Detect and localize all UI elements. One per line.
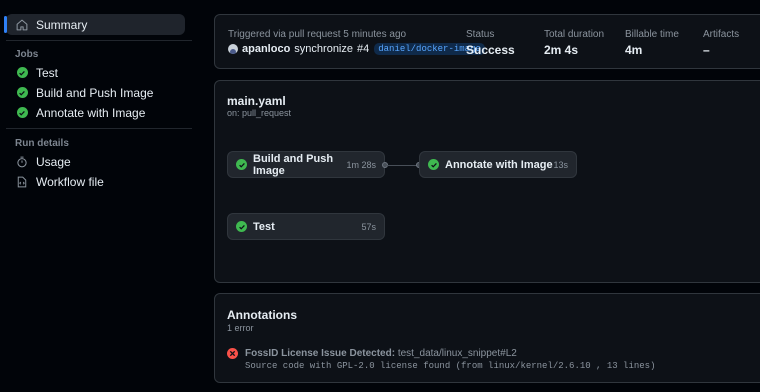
sidebar-item-label: Workflow file [36,174,104,189]
trigger-label: Triggered via pull request 5 minutes ago [228,29,407,40]
avatar [228,44,238,54]
job-duration: 13s [553,159,568,170]
annotations-title: Annotations [227,308,297,322]
duration-label: Total duration [544,29,605,40]
job-connector [387,165,417,166]
annotation-title[interactable]: FossID License Issue Detected: test_data… [245,348,517,359]
annotation-detail: Source code with GPL-2.0 license found (… [245,361,656,371]
duration-value: 2m 4s [544,43,579,57]
check-circle-icon [236,221,247,232]
trigger-action: synchronize [294,43,353,55]
job-node-test[interactable]: Test 57s [227,213,385,240]
divider [6,128,192,129]
check-circle-icon [16,87,28,98]
check-circle-icon [16,107,28,118]
workflow-file-title: main.yaml [227,94,286,108]
billable-value: 4m [625,43,643,57]
job-name: Annotate with Image [445,158,553,171]
sidebar-item-label: Build and Push Image [36,85,154,100]
workflow-trigger: on: pull_request [227,108,292,118]
trigger-line: apanloco synchronize #4 daniel/docker-im… [228,43,485,55]
sidebar-item-label: Summary [36,17,88,32]
run-details-section-title: Run details [15,138,69,149]
job-node-build-and-push-image[interactable]: Build and Push Image 1m 28s [227,151,385,178]
artifacts-value: – [703,43,710,57]
check-circle-icon [236,159,247,170]
job-node-annotate-with-image[interactable]: Annotate with Image 13s [419,151,577,178]
annotations-card: Annotations 1 error FossID License Issue… [214,293,760,383]
sidebar-item-summary[interactable]: Summary [4,14,185,35]
job-name: Test [253,220,275,233]
annotation-location[interactable]: test_data/linux_snippet#L2 [398,348,517,359]
sidebar-item-label: Test [36,65,59,80]
workflow-graph-card: main.yaml on: pull_request Build and Pus… [214,80,760,283]
check-circle-icon [16,67,28,78]
job-duration: 57s [361,221,376,232]
pr-link[interactable]: #4 [357,43,369,55]
sidebar-item-test[interactable]: Test [6,62,185,83]
sidebar-item-label: Annotate with Image [36,105,146,120]
status-value: Success [466,43,515,57]
job-name: Build and Push Image [253,152,334,177]
sidebar-item-annotate-with-image[interactable]: Annotate with Image [6,102,185,123]
sidebar-item-usage[interactable]: Usage [6,151,185,172]
run-summary-card: Triggered via pull request 5 minutes ago… [214,14,760,69]
artifacts-label: Artifacts [703,29,740,40]
job-duration: 1m 28s [346,159,376,170]
sidebar: Summary Jobs Test Build and Push Image A… [0,0,200,392]
home-icon [15,18,29,32]
status-label: Status [466,29,495,40]
annotation-heading: FossID License Issue Detected: [245,348,396,359]
check-circle-icon [428,159,439,170]
divider [6,40,192,41]
jobs-section-title: Jobs [15,49,39,60]
stopwatch-icon [15,155,29,169]
file-code-icon [15,175,29,189]
x-circle-icon [227,348,238,359]
sidebar-item-workflow-file[interactable]: Workflow file [6,171,185,192]
sidebar-item-label: Usage [36,154,71,169]
billable-label: Billable time [625,29,679,40]
annotations-count: 1 error [227,323,254,333]
sidebar-item-build-and-push-image[interactable]: Build and Push Image [6,82,185,103]
actor-link[interactable]: apanloco [242,43,290,55]
